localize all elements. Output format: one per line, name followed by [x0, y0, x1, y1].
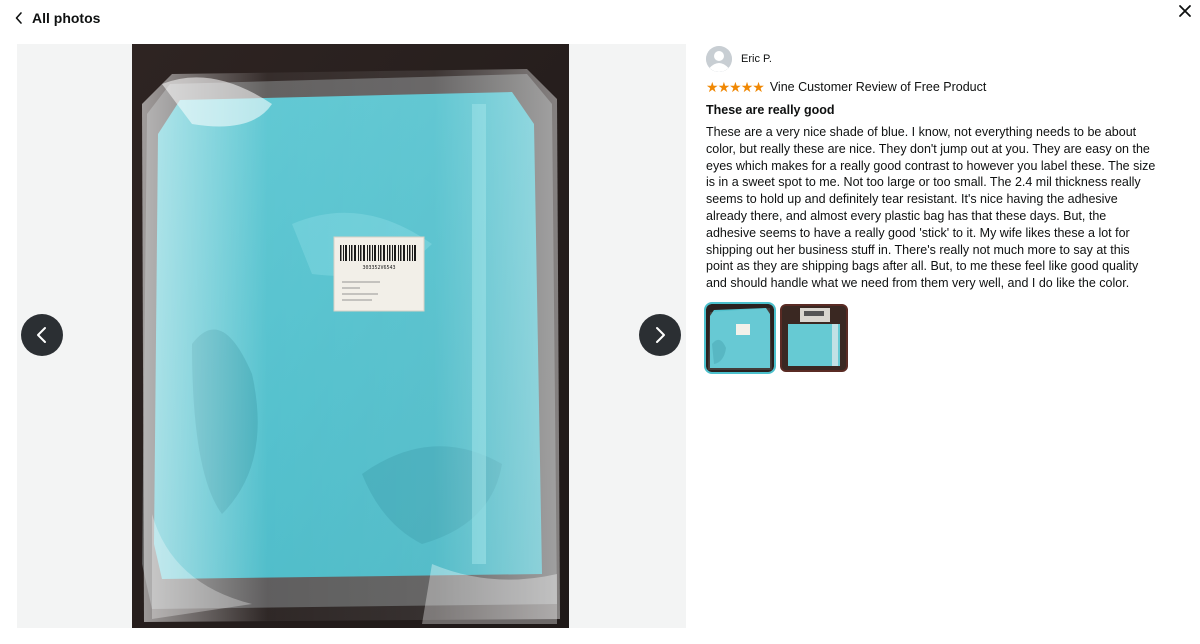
close-icon: [1179, 5, 1191, 17]
thumbnail-2[interactable]: [780, 303, 848, 372]
user-icon: [706, 46, 732, 72]
label-barcode-number: 303352V6543: [362, 265, 395, 271]
star-icon: ★: [729, 79, 742, 95]
thumbnail-strip: [704, 301, 1156, 374]
review-body: These are a very nice shade of blue. I k…: [706, 125, 1156, 291]
star-icon: ★: [752, 79, 765, 95]
review-title: These are really good: [706, 103, 835, 117]
thumbnail-2-image: [782, 305, 846, 370]
next-photo-button[interactable]: [639, 314, 681, 356]
star-rating: ★ ★ ★ ★ ★: [706, 79, 765, 95]
chevron-left-icon: [37, 327, 46, 343]
vine-badge: Vine Customer Review of Free Product: [769, 80, 987, 94]
close-button[interactable]: [1176, 2, 1194, 20]
photo-illustration: 303352V6543: [132, 44, 569, 628]
chevron-left-icon: [15, 12, 22, 24]
review-photo: 303352V6543: [132, 44, 569, 628]
review-author[interactable]: Eric P.: [706, 46, 1156, 72]
avatar: [706, 46, 732, 72]
star-icon: ★: [740, 79, 754, 95]
star-icon: ★: [706, 79, 719, 95]
review-panel: Eric P. ★ ★ ★ ★ ★ Vine Customer Review o…: [704, 46, 1156, 374]
rating-row: ★ ★ ★ ★ ★ Vine Customer Review of Free P…: [706, 80, 1156, 94]
previous-photo-button[interactable]: [21, 314, 63, 356]
thumbnail-1[interactable]: [704, 301, 776, 374]
author-name: Eric P.: [741, 53, 772, 65]
chevron-right-icon: [656, 327, 665, 343]
photo-viewer: 303352V6543: [17, 44, 686, 628]
all-photos-label: All photos: [32, 10, 101, 26]
all-photos-back-link[interactable]: All photos: [14, 10, 100, 26]
star-icon: ★: [717, 79, 731, 95]
thumbnail-1-image: [706, 303, 774, 372]
